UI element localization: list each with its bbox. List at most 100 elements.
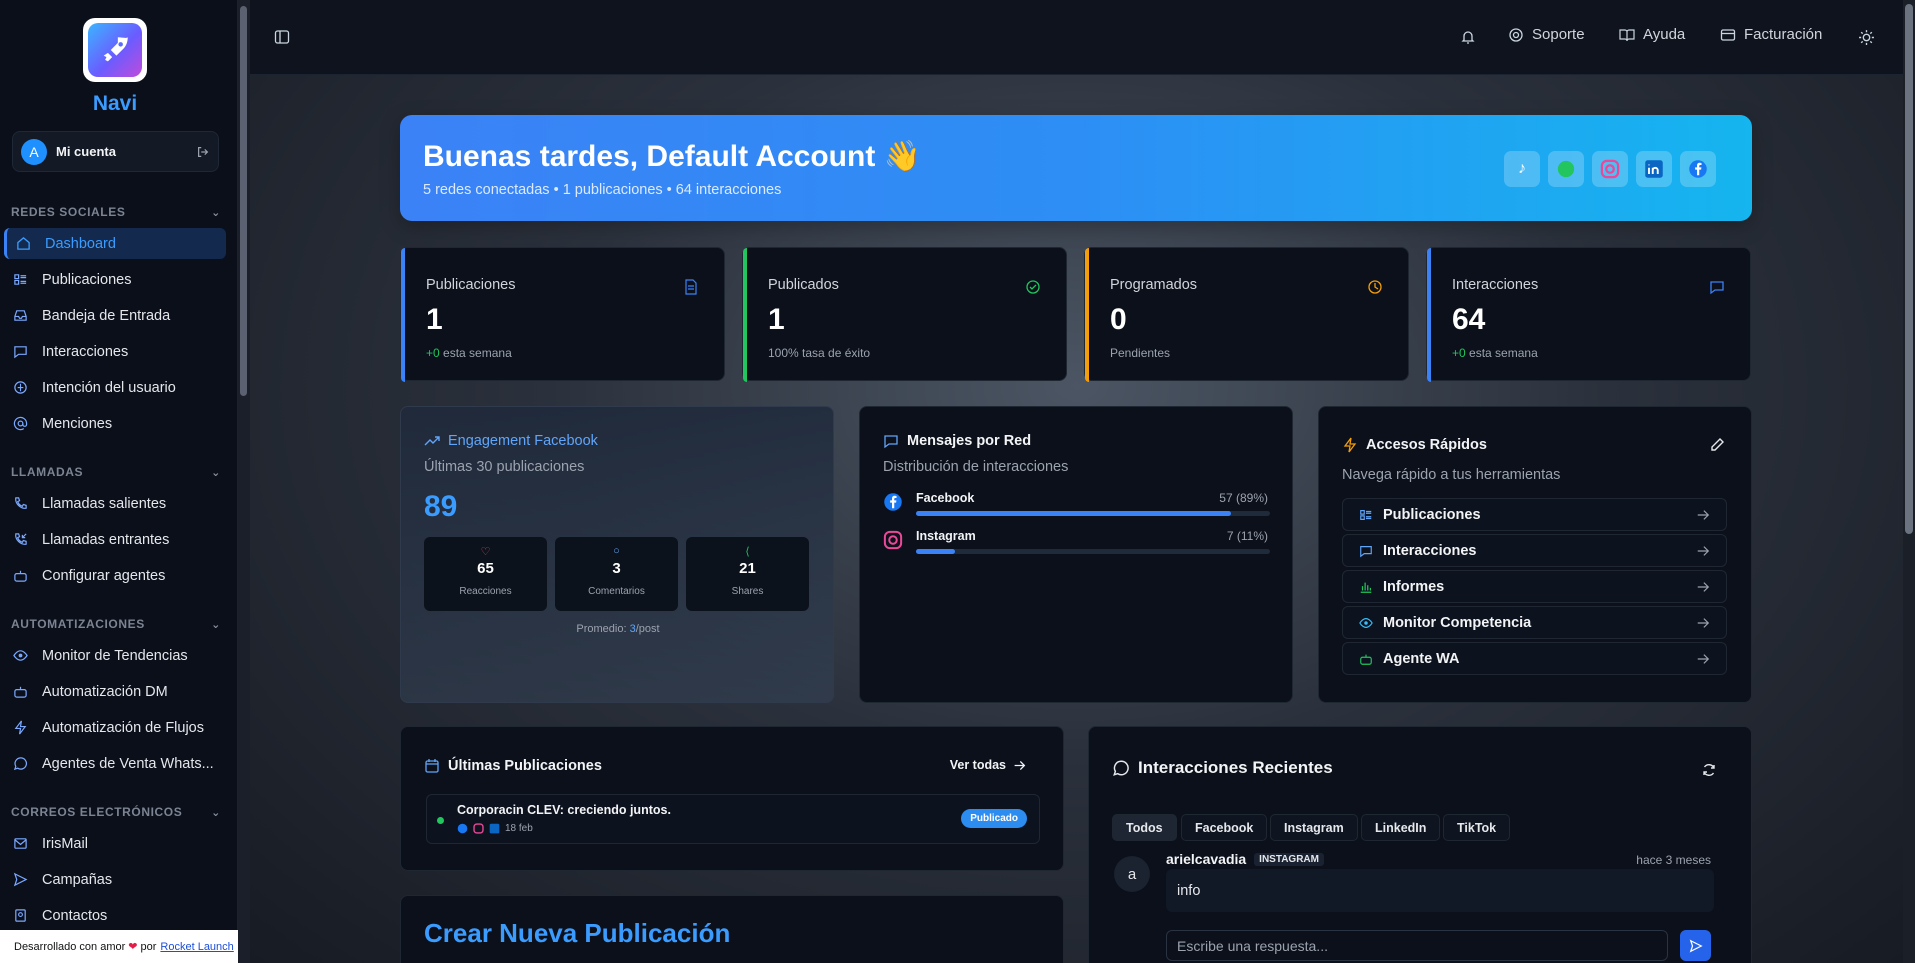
- engagement-total: 89: [424, 490, 458, 523]
- main-content: Buenas tardes, Default Account 👋 5 redes…: [250, 75, 1903, 963]
- post-title: Corporacin CLEV: creciendo juntos.: [457, 803, 671, 817]
- zap-icon: [1343, 437, 1357, 453]
- page-scroll-thumb[interactable]: [1905, 4, 1913, 534]
- chevron-down-icon: ⌄: [211, 806, 221, 819]
- stat-card-publicaciones[interactable]: Publicaciones 1 +0 esta semana: [400, 247, 725, 382]
- quick-access-card: Accesos Rápidos Navega rápido a tus herr…: [1318, 406, 1752, 703]
- check-circle-icon: [1026, 280, 1040, 294]
- sun-icon[interactable]: [1858, 29, 1875, 46]
- rocket-launch-link[interactable]: Rocket Launch: [160, 941, 233, 953]
- sidebar: Navi A Mi cuenta REDES SOCIALES ⌄ Dashboa…: [0, 0, 238, 963]
- stat-card-publicados[interactable]: Publicados 1 100% tasa de éxito: [742, 247, 1067, 382]
- quick-link-monitor-competencia[interactable]: Monitor Competencia: [1342, 606, 1727, 639]
- quick-link-interacciones[interactable]: Interacciones: [1342, 534, 1727, 567]
- metric-reactions: ♡ 65 Reacciones: [424, 537, 547, 611]
- app-logo[interactable]: [83, 18, 147, 82]
- credit-card-icon: [1720, 28, 1736, 41]
- section-correos[interactable]: CORREOS ELECTRÓNICOS ⌄: [11, 805, 221, 819]
- sidebar-item-bandeja[interactable]: Bandeja de Entrada: [4, 300, 226, 331]
- stat-card-programados[interactable]: Programados 0 Pendientes: [1084, 247, 1409, 382]
- progress-facebook: [916, 511, 1270, 516]
- bot-icon: [1360, 654, 1372, 665]
- heart-icon: ♡: [480, 546, 491, 558]
- sidebar-item-llamadas-entrantes[interactable]: Llamadas entrantes: [4, 524, 226, 555]
- sidebar-toggle-icon[interactable]: [274, 29, 290, 45]
- bell-icon[interactable]: [1460, 29, 1476, 45]
- refresh-icon[interactable]: [1701, 762, 1717, 778]
- messages-by-network-card: Mensajes por Red Distribución de interac…: [859, 406, 1293, 703]
- logout-icon[interactable]: [196, 145, 210, 159]
- edit-icon[interactable]: [1709, 437, 1725, 453]
- sidebar-item-dashboard[interactable]: Dashboard: [4, 228, 226, 259]
- help-button[interactable]: Ayuda: [1619, 26, 1685, 43]
- sidebar-item-contactos[interactable]: Contactos: [4, 900, 226, 931]
- engagement-average: Promedio: 3/post: [576, 623, 660, 635]
- bar-chart-icon: [1360, 582, 1372, 593]
- sidebar-item-configurar-agentes[interactable]: Configurar agentes: [4, 560, 226, 591]
- metric-shares: ⟨ 21 Shares: [686, 537, 809, 611]
- filter-facebook[interactable]: Facebook: [1181, 814, 1268, 841]
- stat-card-interacciones[interactable]: Interacciones 64 +0 esta semana: [1426, 247, 1751, 382]
- whatsapp-icon[interactable]: [1548, 151, 1584, 187]
- eye-icon: [12, 648, 28, 664]
- sidebar-item-automatizacion-flujos[interactable]: Automatización de Flujos: [4, 712, 226, 743]
- arrow-right-icon: [1697, 654, 1710, 664]
- section-llamadas[interactable]: LLAMADAS ⌄: [11, 465, 221, 479]
- sidebar-item-publicaciones[interactable]: Publicaciones: [4, 264, 226, 295]
- quick-link-publicaciones[interactable]: Publicaciones: [1342, 498, 1727, 531]
- interaction-time: hace 3 meses: [1636, 853, 1711, 867]
- linkedin-icon[interactable]: [1636, 151, 1672, 187]
- tiktok-icon[interactable]: ♪: [1504, 151, 1540, 187]
- network-badge: INSTAGRAM: [1254, 852, 1324, 866]
- brand-name: Navi: [92, 92, 138, 115]
- filter-todos[interactable]: Todos: [1112, 814, 1177, 841]
- create-post-title: Crear Nueva Publicación: [424, 918, 731, 948]
- filter-linkedin[interactable]: LinkedIn: [1361, 814, 1441, 841]
- connected-networks: ♪: [1504, 151, 1716, 187]
- sidebar-item-interacciones[interactable]: Interacciones: [4, 336, 226, 367]
- greeting-title: Buenas tardes, Default Account 👋: [423, 140, 922, 173]
- sidebar-scroll-thumb[interactable]: [240, 6, 247, 396]
- arrow-right-icon: [1697, 582, 1710, 592]
- reply-input[interactable]: [1166, 930, 1668, 961]
- send-button[interactable]: [1680, 930, 1711, 961]
- support-button[interactable]: Soporte: [1508, 26, 1585, 43]
- instagram-icon[interactable]: [1592, 151, 1628, 187]
- view-all-link[interactable]: Ver todas: [950, 758, 1026, 772]
- interaction-message: info: [1166, 869, 1714, 912]
- billing-button[interactable]: Facturación: [1720, 26, 1822, 43]
- sidebar-item-automatizacion-dm[interactable]: Automatización DM: [4, 676, 226, 707]
- comment-icon: ○: [613, 545, 620, 557]
- engagement-subtitle: Últimas 30 publicaciones: [424, 459, 585, 475]
- chevron-down-icon: ⌄: [211, 618, 221, 631]
- quick-link-agente-wa[interactable]: Agente WA: [1342, 642, 1727, 675]
- chevron-down-icon: ⌄: [211, 466, 221, 479]
- facebook-icon[interactable]: [1680, 151, 1716, 187]
- post-row[interactable]: Corporacin CLEV: creciendo juntos. 18 fe…: [426, 794, 1040, 844]
- grid-list-icon: [12, 272, 28, 288]
- account-button[interactable]: A Mi cuenta: [12, 131, 219, 172]
- sidebar-item-agentes-venta[interactable]: Agentes de Venta Whats...: [4, 748, 226, 779]
- section-automatizaciones[interactable]: AUTOMATIZACIONES ⌄: [11, 617, 221, 631]
- quick-link-informes[interactable]: Informes: [1342, 570, 1727, 603]
- welcome-banner: Buenas tardes, Default Account 👋 5 redes…: [400, 115, 1752, 221]
- sidebar-item-monitor-tendencias[interactable]: Monitor de Tendencias: [4, 640, 226, 671]
- chat-icon: [1710, 281, 1724, 295]
- sidebar-item-irismail[interactable]: IrisMail: [4, 828, 226, 859]
- sidebar-item-campanas[interactable]: Campañas: [4, 864, 226, 895]
- filter-tiktok[interactable]: TikTok: [1443, 814, 1511, 841]
- contacts-icon: [12, 908, 28, 924]
- clock-icon: [1368, 280, 1382, 294]
- share-icon: ⟨: [745, 546, 750, 558]
- engagement-card: Engagement Facebook Últimas 30 publicaci…: [400, 406, 834, 703]
- filter-instagram[interactable]: Instagram: [1270, 814, 1358, 841]
- sidebar-item-menciones[interactable]: Menciones: [4, 408, 226, 439]
- sidebar-item-llamadas-salientes[interactable]: Llamadas salientes: [4, 488, 226, 519]
- sidebar-item-intencion[interactable]: Intención del usuario: [4, 372, 226, 403]
- instagram-icon: [883, 530, 903, 550]
- send-icon: [12, 872, 28, 888]
- grid-list-icon: [1360, 509, 1372, 520]
- bot-icon: [12, 684, 28, 700]
- chat-icon: [884, 435, 898, 449]
- section-redes-sociales[interactable]: REDES SOCIALES ⌄: [11, 205, 221, 219]
